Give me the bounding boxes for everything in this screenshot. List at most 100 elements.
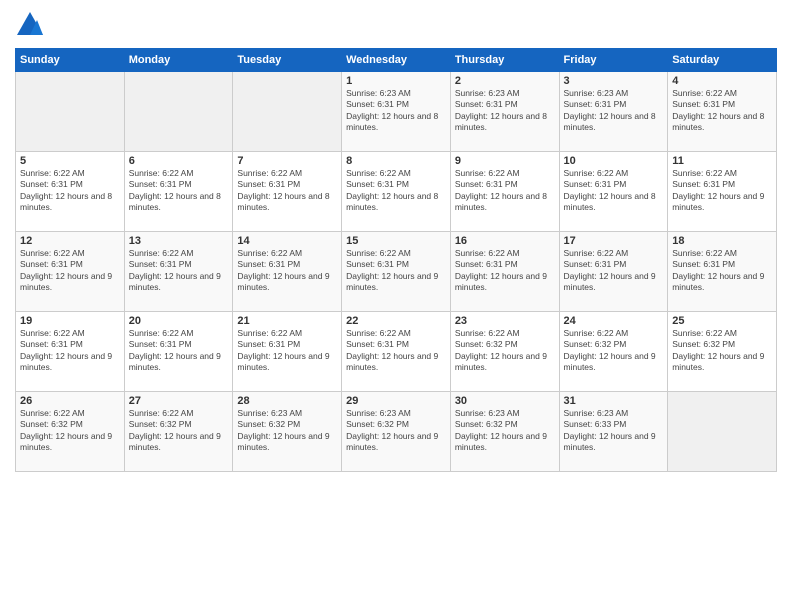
calendar-cell: 17Sunrise: 6:22 AMSunset: 6:31 PMDayligh… [559,232,668,312]
calendar-cell: 15Sunrise: 6:22 AMSunset: 6:31 PMDayligh… [342,232,451,312]
day-info: Sunrise: 6:22 AMSunset: 6:31 PMDaylight:… [346,168,446,214]
day-info: Sunrise: 6:22 AMSunset: 6:32 PMDaylight:… [455,328,555,374]
calendar-cell: 12Sunrise: 6:22 AMSunset: 6:31 PMDayligh… [16,232,125,312]
logo-icon [15,10,45,40]
day-number: 5 [20,155,120,167]
day-info: Sunrise: 6:22 AMSunset: 6:31 PMDaylight:… [129,248,229,294]
day-number: 6 [129,155,229,167]
calendar-week-row: 12Sunrise: 6:22 AMSunset: 6:31 PMDayligh… [16,232,777,312]
day-info: Sunrise: 6:22 AMSunset: 6:31 PMDaylight:… [20,328,120,374]
day-info: Sunrise: 6:22 AMSunset: 6:31 PMDaylight:… [672,248,772,294]
day-number: 10 [564,155,664,167]
day-info: Sunrise: 6:23 AMSunset: 6:31 PMDaylight:… [455,88,555,134]
calendar-cell: 21Sunrise: 6:22 AMSunset: 6:31 PMDayligh… [233,312,342,392]
weekday-header-wednesday: Wednesday [342,49,451,72]
page-header [15,10,777,40]
day-info: Sunrise: 6:22 AMSunset: 6:31 PMDaylight:… [346,248,446,294]
day-info: Sunrise: 6:22 AMSunset: 6:31 PMDaylight:… [672,88,772,134]
day-number: 12 [20,235,120,247]
day-info: Sunrise: 6:22 AMSunset: 6:31 PMDaylight:… [455,248,555,294]
calendar-cell: 31Sunrise: 6:23 AMSunset: 6:33 PMDayligh… [559,392,668,472]
day-number: 22 [346,315,446,327]
day-number: 11 [672,155,772,167]
day-info: Sunrise: 6:22 AMSunset: 6:31 PMDaylight:… [129,328,229,374]
calendar-cell: 2Sunrise: 6:23 AMSunset: 6:31 PMDaylight… [450,72,559,152]
day-info: Sunrise: 6:23 AMSunset: 6:32 PMDaylight:… [237,408,337,454]
calendar-cell: 18Sunrise: 6:22 AMSunset: 6:31 PMDayligh… [668,232,777,312]
calendar-cell: 22Sunrise: 6:22 AMSunset: 6:31 PMDayligh… [342,312,451,392]
day-number: 21 [237,315,337,327]
calendar-body: 1 Sunrise: 6:23 AMSunset: 6:31 PMDaylight… [16,72,777,472]
calendar-cell: 1Sunrise: 6:23 AMSunset: 6:31 PMDaylight… [342,72,451,152]
calendar-cell: 30Sunrise: 6:23 AMSunset: 6:32 PMDayligh… [450,392,559,472]
weekday-header-row: SundayMondayTuesdayWednesdayThursdayFrid… [16,49,777,72]
day-info: Sunrise: 6:22 AMSunset: 6:31 PMDaylight:… [237,328,337,374]
day-number: 9 [455,155,555,167]
calendar-cell: 20Sunrise: 6:22 AMSunset: 6:31 PMDayligh… [124,312,233,392]
day-info: Sunrise: 6:22 AMSunset: 6:31 PMDaylight:… [237,168,337,214]
day-number: 1 [346,75,446,87]
calendar-cell: 13Sunrise: 6:22 AMSunset: 6:31 PMDayligh… [124,232,233,312]
day-number: 27 [129,395,229,407]
calendar-week-row: 1 Sunrise: 6:23 AMSunset: 6:31 PMDaylight… [16,72,777,152]
calendar-week-row: 26Sunrise: 6:22 AMSunset: 6:32 PMDayligh… [16,392,777,472]
calendar-cell: 5Sunrise: 6:22 AMSunset: 6:31 PMDaylight… [16,152,125,232]
day-number: 2 [455,75,555,87]
calendar-cell: 26Sunrise: 6:22 AMSunset: 6:32 PMDayligh… [16,392,125,472]
calendar-week-row: 19Sunrise: 6:22 AMSunset: 6:31 PMDayligh… [16,312,777,392]
day-info: Sunrise: 6:22 AMSunset: 6:32 PMDaylight:… [129,408,229,454]
page-container: SundayMondayTuesdayWednesdayThursdayFrid… [0,0,792,482]
day-info: Sunrise: 6:22 AMSunset: 6:31 PMDaylight:… [564,248,664,294]
day-number: 16 [455,235,555,247]
weekday-header-tuesday: Tuesday [233,49,342,72]
day-info: Sunrise: 6:22 AMSunset: 6:31 PMDaylight:… [20,248,120,294]
calendar-cell [233,72,342,152]
weekday-header-sunday: Sunday [16,49,125,72]
weekday-header-saturday: Saturday [668,49,777,72]
calendar-cell: 27Sunrise: 6:22 AMSunset: 6:32 PMDayligh… [124,392,233,472]
day-number: 25 [672,315,772,327]
calendar-cell: 24Sunrise: 6:22 AMSunset: 6:32 PMDayligh… [559,312,668,392]
day-number: 23 [455,315,555,327]
calendar-cell: 28Sunrise: 6:23 AMSunset: 6:32 PMDayligh… [233,392,342,472]
calendar-cell: 9Sunrise: 6:22 AMSunset: 6:31 PMDaylight… [450,152,559,232]
day-number: 30 [455,395,555,407]
calendar-week-row: 5 Sunrise: 6:22 AMSunset: 6:31 PMDaylight… [16,152,777,232]
day-number: 24 [564,315,664,327]
day-info: Sunrise: 6:22 AMSunset: 6:31 PMDaylight:… [346,328,446,374]
day-number: 13 [129,235,229,247]
day-info: Sunrise: 6:23 AMSunset: 6:31 PMDaylight:… [564,88,664,134]
day-number: 4 [672,75,772,87]
day-number: 29 [346,395,446,407]
calendar-table: SundayMondayTuesdayWednesdayThursdayFrid… [15,48,777,472]
day-number: 17 [564,235,664,247]
calendar-cell: 10Sunrise: 6:22 AMSunset: 6:31 PMDayligh… [559,152,668,232]
day-number: 14 [237,235,337,247]
day-info: Sunrise: 6:22 AMSunset: 6:32 PMDaylight:… [564,328,664,374]
day-number: 20 [129,315,229,327]
day-info: Sunrise: 6:22 AMSunset: 6:32 PMDaylight:… [672,328,772,374]
weekday-header-friday: Friday [559,49,668,72]
day-info: Sunrise: 6:22 AMSunset: 6:31 PMDaylight:… [672,168,772,214]
day-info: Sunrise: 6:23 AMSunset: 6:32 PMDaylight:… [346,408,446,454]
day-number: 28 [237,395,337,407]
day-info: Sunrise: 6:22 AMSunset: 6:31 PMDaylight:… [237,248,337,294]
day-number: 19 [20,315,120,327]
day-info: Sunrise: 6:22 AMSunset: 6:32 PMDaylight:… [20,408,120,454]
weekday-header-thursday: Thursday [450,49,559,72]
calendar-cell: 25Sunrise: 6:22 AMSunset: 6:32 PMDayligh… [668,312,777,392]
day-info: Sunrise: 6:22 AMSunset: 6:31 PMDaylight:… [564,168,664,214]
day-info: Sunrise: 6:23 AMSunset: 6:32 PMDaylight:… [455,408,555,454]
day-number: 15 [346,235,446,247]
day-number: 7 [237,155,337,167]
calendar-cell: 7Sunrise: 6:22 AMSunset: 6:31 PMDaylight… [233,152,342,232]
calendar-cell: 23Sunrise: 6:22 AMSunset: 6:32 PMDayligh… [450,312,559,392]
day-number: 26 [20,395,120,407]
calendar-cell: 16Sunrise: 6:22 AMSunset: 6:31 PMDayligh… [450,232,559,312]
calendar-cell: 29Sunrise: 6:23 AMSunset: 6:32 PMDayligh… [342,392,451,472]
calendar-cell: 8Sunrise: 6:22 AMSunset: 6:31 PMDaylight… [342,152,451,232]
day-info: Sunrise: 6:23 AMSunset: 6:33 PMDaylight:… [564,408,664,454]
calendar-cell [16,72,125,152]
calendar-cell: 6Sunrise: 6:22 AMSunset: 6:31 PMDaylight… [124,152,233,232]
calendar-cell: 4Sunrise: 6:22 AMSunset: 6:31 PMDaylight… [668,72,777,152]
